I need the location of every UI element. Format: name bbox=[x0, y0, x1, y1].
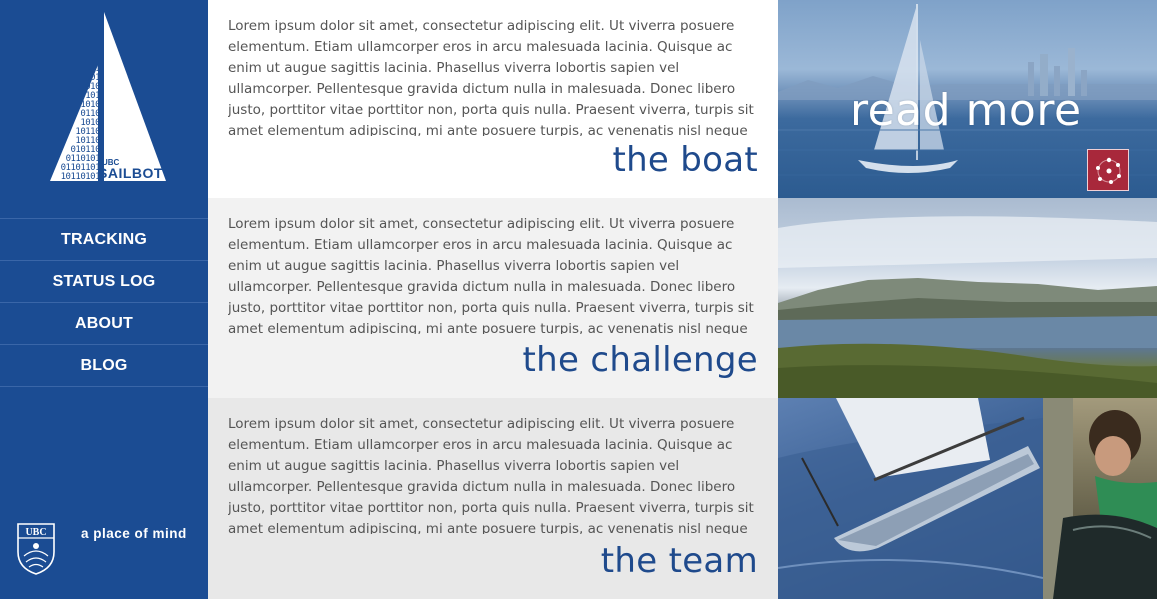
tagline: a place of mind bbox=[81, 526, 187, 541]
section-title-team[interactable]: the team bbox=[601, 541, 758, 581]
network-dots-icon[interactable] bbox=[1087, 149, 1129, 191]
section-title-boat[interactable]: the boat bbox=[612, 140, 758, 180]
read-more-link[interactable]: read more bbox=[850, 85, 1082, 136]
nav-item-about[interactable]: ABOUT bbox=[0, 303, 208, 345]
section-title-challenge[interactable]: the challenge bbox=[523, 340, 758, 380]
team-member-photo[interactable] bbox=[1043, 398, 1157, 599]
crest-text: UBC bbox=[25, 527, 46, 538]
section-the-challenge: Lorem ipsum dolor sit amet, consectetur … bbox=[208, 198, 778, 398]
nav-item-tracking[interactable]: TRACKING bbox=[0, 219, 208, 261]
main-nav: TRACKING STATUS LOG ABOUT BLOG bbox=[0, 218, 208, 387]
section-body: Lorem ipsum dolor sit amet, consectetur … bbox=[228, 216, 754, 334]
section-the-team: Lorem ipsum dolor sit amet, consectetur … bbox=[208, 398, 778, 599]
nav-item-blog[interactable]: BLOG bbox=[0, 345, 208, 387]
section-the-boat: Lorem ipsum dolor sit amet, consectetur … bbox=[208, 0, 778, 198]
section-body: Lorem ipsum dolor sit amet, consectetur … bbox=[228, 18, 754, 136]
binary-digits: 10110101 bbox=[60, 172, 101, 182]
workshop-scene bbox=[1043, 398, 1157, 599]
ubc-crest-icon[interactable]: UBC bbox=[16, 522, 56, 576]
coastline-scene bbox=[778, 216, 1157, 398]
logo-sailbot-text: SAILBOT bbox=[98, 165, 163, 181]
nav-item-status-log[interactable]: STATUS LOG bbox=[0, 261, 208, 303]
sidebar: 1 01 010 101 1010 0110 1010 10110 10110 010110 011… bbox=[0, 0, 208, 599]
section-body: Lorem ipsum dolor sit amet, consectetur … bbox=[228, 416, 754, 534]
boat-on-water-photo[interactable] bbox=[778, 398, 1043, 599]
sailbot-logo[interactable]: 1 01 010 101 1010 0110 1010 10110 10110 010110 011… bbox=[48, 10, 170, 185]
coastline-photo[interactable] bbox=[778, 198, 1157, 398]
boat-closeup-scene bbox=[778, 398, 1043, 599]
